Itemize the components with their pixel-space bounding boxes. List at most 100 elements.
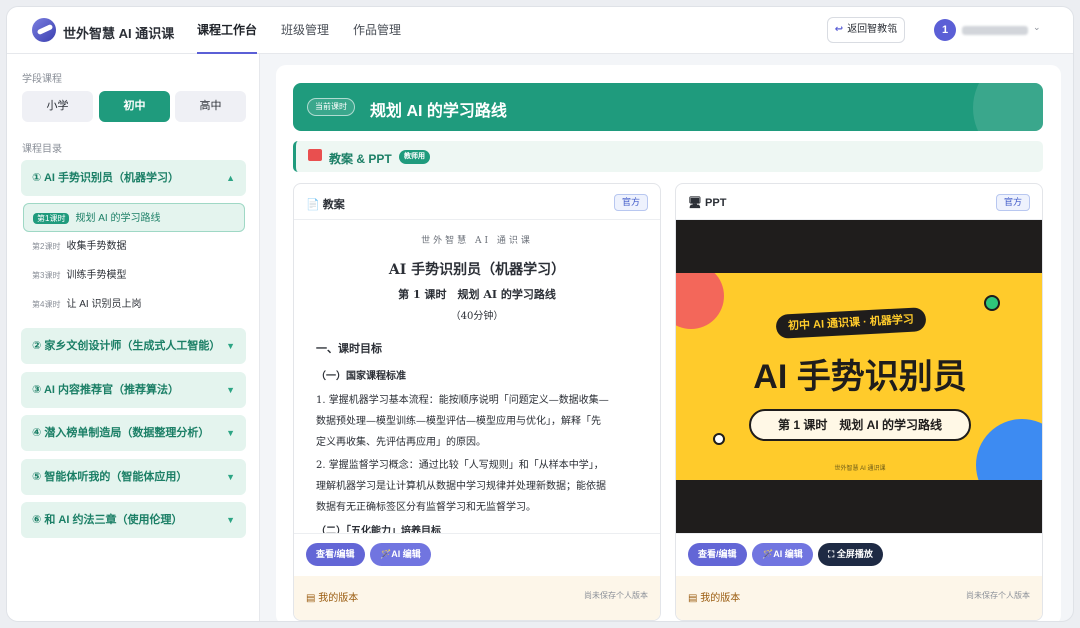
lesson-plan-title: 📄 教案: [306, 196, 345, 212]
doc-p2b: 理解机器学习是让计算机从数据中学习规律并处理新数据；能依据: [316, 481, 606, 492]
chevron-down-icon: ▼: [226, 515, 235, 525]
card-header: 📄 教案 官方: [294, 184, 660, 220]
doc-p2c: 数据有无正确标签区分有监督学习和无监督学习。: [316, 502, 536, 513]
section-title: 教案 & PPT: [329, 152, 392, 166]
doc-p1b: 数据预处理—模型训练—模型评估—模型应用与优化」，解释「先: [316, 416, 601, 427]
slide-headline: AI 手势识别员: [753, 358, 967, 396]
official-badge: 官方: [995, 194, 1030, 211]
stage-senior[interactable]: 高中: [175, 91, 246, 122]
unit-1[interactable]: ① AI 手势识别员（机器学习） ▲: [21, 160, 246, 196]
my-version-label: 我的版本: [318, 593, 359, 604]
unit-6[interactable]: ⑥ 和 AI 约法三章（使用伦理） ▼: [21, 502, 246, 538]
lesson-plan-document[interactable]: 世外智慧 AI 通识课 AI 手势识别员（机器学习） 第 1 课时 规划 AI …: [294, 221, 660, 533]
banner-decoration: [973, 83, 1043, 131]
stage-section-label: 学段课程: [22, 74, 62, 85]
document-icon: 📄: [306, 199, 320, 211]
chevron-down-icon: ▼: [226, 428, 235, 438]
doc-org: 世外智慧 AI 通识课: [421, 236, 533, 246]
chevron-down-icon: ▼: [226, 385, 235, 395]
ai-edit-button[interactable]: 🪄AI 编辑: [752, 543, 813, 566]
unit-2-label: ② 家乡文创设计师（生成式人工智能）: [32, 340, 221, 352]
unit-6-label: ⑥ 和 AI 约法三章（使用伦理）: [32, 514, 183, 526]
doc-p1c: 定义再收集、先评估再应用」的原因。: [316, 437, 486, 448]
back-button[interactable]: ↩ 返回智教瓴: [827, 17, 905, 43]
fullscreen-icon: ⛶: [828, 549, 837, 559]
lesson-plan-toolbar: 查看/编辑 🪄AI 编辑: [294, 533, 660, 575]
view-edit-button[interactable]: 查看/编辑: [306, 543, 365, 566]
unit-4-label: ④ 潜入榜单制造局（数据整理分析）: [32, 427, 210, 439]
username-redacted[interactable]: [962, 26, 1028, 35]
nav-class-management[interactable]: 班级管理: [281, 7, 329, 54]
magic-wand-icon: 🪄: [762, 549, 774, 559]
magic-wand-icon: 🪄: [380, 549, 392, 559]
slide-canvas: 初中 AI 通识课 · 机器学习 AI 手势识别员 第 1 课时 规划 AI 的…: [676, 273, 1042, 480]
lesson-3[interactable]: 第3课时 训练手势模型: [23, 261, 245, 290]
main-panel: 当前课时 规划 AI 的学习路线 教案 & PPT 教师用 📄 教案 官方 世外…: [276, 65, 1061, 621]
top-bar: 世外智慧 AI 通识课 课程工作台 班级管理 作品管理 ↩ 返回智教瓴 1 ⌄: [7, 7, 1073, 54]
monitor-icon: 🖥: [688, 197, 702, 209]
lesson-plan-card: 📄 教案 官方 世外智慧 AI 通识课 AI 手势识别员（机器学习） 第 1 课…: [293, 183, 661, 621]
fullscreen-label: 全屏播放: [836, 549, 873, 559]
slide-pill: 初中 AI 通识课 · 机器学习: [775, 307, 927, 339]
lesson-1[interactable]: 第1课时 规划 AI 的学习路线: [23, 203, 245, 232]
stage-junior[interactable]: 初中: [99, 91, 170, 122]
unit-1-label: ① AI 手势识别员（机器学习）: [32, 172, 180, 184]
ai-edit-button[interactable]: 🪄AI 编辑: [370, 543, 431, 566]
toolbox-icon: [308, 149, 322, 161]
lesson-4-number: 第4课时: [32, 300, 61, 309]
lesson-banner: 当前课时 规划 AI 的学习路线: [293, 83, 1043, 131]
chevron-down-icon[interactable]: ⌄: [1033, 22, 1041, 33]
unit-3[interactable]: ③ AI 内容推荐官（推荐算法） ▼: [21, 372, 246, 408]
return-arrow-icon: ↩: [834, 24, 844, 35]
version-status: 尚未保存个人版本: [584, 591, 648, 600]
doc-p1a: 1. 掌握机器学习基本流程：能按顺序说明「问题定义—数据收集—: [316, 395, 609, 406]
version-status: 尚未保存个人版本: [966, 591, 1030, 600]
avatar[interactable]: 1: [934, 19, 956, 41]
ai-edit-label: AI 编辑: [773, 549, 803, 559]
ppt-card: 🖥 PPT 官方 初中 AI 通识课 · 机器学习 AI 手势识别员 第 1 课…: [675, 183, 1043, 621]
sidebar: 学段课程 小学 初中 高中 课程目录 ① AI 手势识别员（机器学习） ▲ 第1课…: [7, 54, 260, 621]
ppt-toolbar: 查看/编辑 🪄AI 编辑 ⛶ 全屏播放: [676, 533, 1042, 575]
my-version-label: 我的版本: [700, 593, 741, 604]
app-title: 世外智慧 AI 通识课: [63, 26, 175, 41]
chat-icon: ▤: [688, 593, 698, 604]
ai-edit-label: AI 编辑: [391, 549, 421, 559]
nav-course-workbench[interactable]: 课程工作台: [197, 7, 258, 54]
fullscreen-button[interactable]: ⛶ 全屏播放: [818, 543, 883, 566]
ppt-title: 🖥 PPT: [688, 196, 726, 209]
chevron-down-icon: ▼: [226, 341, 235, 351]
unit-4[interactable]: ④ 潜入榜单制造局（数据整理分析） ▼: [21, 415, 246, 451]
lesson-4-title: 让 AI 识别员上岗: [66, 299, 142, 310]
lesson-2-number: 第2课时: [32, 242, 61, 251]
stage-primary[interactable]: 小学: [22, 91, 93, 122]
ppt-preview[interactable]: 初中 AI 通识课 · 机器学习 AI 手势识别员 第 1 课时 规划 AI 的…: [676, 220, 1042, 533]
green-dot-shape: [984, 295, 1000, 311]
section-header: 教案 & PPT 教师用: [293, 141, 1043, 172]
my-version-title: ▤ 我的版本: [688, 589, 740, 604]
doc-h1: 一、课时目标: [316, 342, 382, 355]
lesson-2[interactable]: 第2课时 收集手势数据: [23, 232, 245, 261]
lesson-2-title: 收集手势数据: [66, 241, 127, 252]
unit-5[interactable]: ⑤ 智能体听我的（智能体应用） ▼: [21, 459, 246, 495]
unit-2[interactable]: ② 家乡文创设计师（生成式人工智能） ▼: [21, 328, 246, 364]
slide-footer: 世外智慧 AI 通识课: [834, 466, 886, 472]
unit-3-label: ③ AI 内容推荐官（推荐算法）: [32, 384, 180, 396]
lesson-plan-title-text: 教案: [322, 199, 345, 211]
doc-duration: （40分钟）: [450, 311, 504, 322]
chat-icon: ▤: [306, 593, 316, 604]
official-badge: 官方: [613, 194, 648, 211]
my-version-panel: ▤ 我的版本 尚未保存个人版本: [676, 576, 1042, 620]
nav-work-management[interactable]: 作品管理: [353, 7, 401, 54]
teacher-tag: 教师用: [399, 150, 430, 164]
doc-p2a: 2. 掌握监督学习概念：通过比较「人写规则」和「从样本中学」，: [316, 460, 604, 471]
chevron-down-icon: ▼: [226, 472, 235, 482]
red-circle-shape: [676, 273, 724, 329]
unit-5-label: ⑤ 智能体听我的（智能体应用）: [32, 471, 188, 483]
back-button-label: 返回智教瓴: [847, 24, 898, 35]
lesson-4[interactable]: 第4课时让 AI 识别员上岗: [23, 290, 245, 319]
app-window: 世外智慧 AI 通识课 课程工作台 班级管理 作品管理 ↩ 返回智教瓴 1 ⌄ 学…: [6, 6, 1074, 622]
catalog-section-label: 课程目录: [22, 144, 62, 155]
view-edit-button[interactable]: 查看/编辑: [688, 543, 747, 566]
logo-icon: [32, 18, 56, 42]
ppt-title-text: PPT: [705, 197, 727, 209]
